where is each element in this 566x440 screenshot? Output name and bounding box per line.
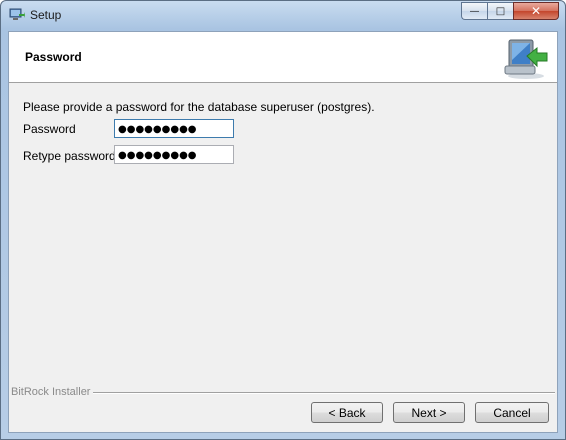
- back-button[interactable]: < Back: [311, 402, 383, 423]
- page-header: Password: [9, 32, 557, 83]
- retype-password-label: Retype password: [23, 149, 116, 163]
- minimize-icon: —: [469, 5, 480, 17]
- close-button[interactable]: ✕: [513, 2, 559, 20]
- title-bar[interactable]: Setup — □ ✕: [1, 1, 565, 31]
- cancel-button[interactable]: Cancel: [475, 402, 549, 423]
- setup-app-icon: [9, 8, 25, 22]
- password-label: Password: [23, 122, 76, 136]
- retype-password-field[interactable]: [114, 145, 234, 164]
- dialog-client-area: Password Please provide a password for t…: [8, 31, 558, 433]
- password-field[interactable]: [114, 119, 234, 138]
- window-title: Setup: [30, 8, 62, 22]
- close-icon: ✕: [530, 4, 542, 18]
- next-button[interactable]: Next >: [393, 402, 465, 423]
- installer-brand: BitRock Installer: [11, 386, 91, 398]
- setup-window: Setup — □ ✕ Password Please provide a pa…: [0, 0, 566, 440]
- page-title: Password: [25, 50, 82, 64]
- installer-computer-arrow-icon: [503, 36, 549, 80]
- maximize-icon: □: [495, 5, 506, 17]
- maximize-button[interactable]: □: [487, 2, 513, 20]
- minimize-button[interactable]: —: [461, 2, 487, 20]
- footer-divider: [93, 392, 555, 394]
- form-description: Please provide a password for the databa…: [23, 100, 375, 114]
- caption-buttons: — □ ✕: [461, 2, 559, 21]
